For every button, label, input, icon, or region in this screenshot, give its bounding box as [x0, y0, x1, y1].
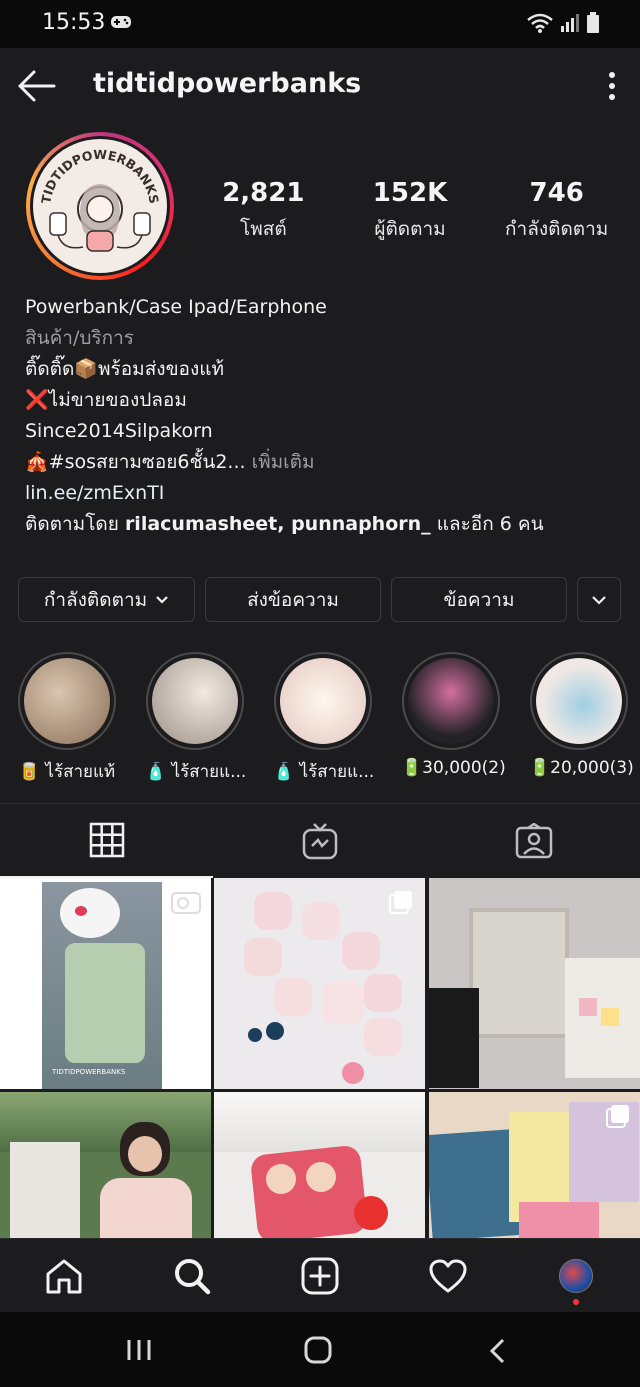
- battery-icon: [587, 12, 599, 33]
- back-button-icon[interactable]: [488, 1338, 506, 1364]
- profile-username: tidtidpowerbanks: [93, 68, 362, 99]
- profile-header: tidtidpowerbanks: [0, 48, 640, 128]
- nav-profile[interactable]: [512, 1239, 640, 1313]
- stat-following-value: 746: [529, 178, 584, 208]
- stat-posts-value: 2,821: [222, 178, 305, 208]
- post-watermark: TIDTIDPOWERBANKS: [52, 1068, 126, 1076]
- story-highlights: 🥫 ไร้สายแท้ 🧴 ไร้สายแ... 🧴 ไร้สายแ... 🔋3…: [0, 652, 640, 787]
- heart-icon: [429, 1259, 467, 1293]
- profile-bio: Powerbank/Case Ipad/Earphone สินค้า/บริก…: [25, 292, 625, 540]
- highlight-item[interactable]: 🧴 ไร้สายแ...: [273, 652, 375, 785]
- profile-tabs: [0, 803, 640, 878]
- grid-post[interactable]: [429, 878, 640, 1089]
- circus-emoji-icon: 🎪: [25, 451, 49, 473]
- signal-icon: [561, 14, 579, 32]
- carousel-icon: [606, 1105, 629, 1128]
- nav-search[interactable]: [128, 1239, 256, 1313]
- search-icon: [175, 1259, 211, 1295]
- grid-post[interactable]: TIDTIDPOWERBANKS: [0, 878, 211, 1089]
- suggested-accounts-button[interactable]: [577, 577, 621, 622]
- notification-dot: [573, 1299, 579, 1305]
- highlight-thumbnail: [24, 658, 110, 744]
- stat-followers[interactable]: 152K ผู้ติดตาม: [337, 178, 484, 244]
- back-arrow-icon[interactable]: [16, 68, 58, 104]
- cross-emoji-icon: ❌: [25, 389, 49, 411]
- more-options-icon[interactable]: [606, 70, 618, 102]
- highlight-label: 🧴 ไร้สายแ...: [273, 762, 375, 782]
- bio-name: Powerbank/Case Ipad/Earphone: [25, 296, 327, 318]
- message-button-label: ส่งข้อความ: [247, 588, 339, 611]
- home-icon: [46, 1259, 82, 1294]
- tab-posts-grid[interactable]: [0, 804, 213, 878]
- following-button[interactable]: กำลังติดตาม: [18, 577, 195, 622]
- highlight-item[interactable]: 🔋30,000(2): [401, 652, 506, 778]
- highlight-item[interactable]: 🥫 ไร้สายแท้: [17, 652, 117, 785]
- following-button-label: กำลังติดตาม: [43, 588, 148, 611]
- highlight-thumbnail: [408, 658, 494, 744]
- video-icon: [171, 892, 201, 914]
- wifi-icon: [527, 13, 553, 33]
- highlight-thumbnail: [152, 658, 238, 744]
- message-button[interactable]: ส่งข้อความ: [205, 577, 381, 622]
- nav-home[interactable]: [0, 1239, 128, 1313]
- bottom-navigation: [0, 1238, 640, 1312]
- stat-posts[interactable]: 2,821 โพสต์: [190, 178, 337, 244]
- highlight-label: 🔋20,000(3): [529, 758, 634, 778]
- tab-igtv[interactable]: [213, 804, 426, 878]
- grid-icon: [89, 822, 124, 858]
- highlight-label: 🔋30,000(2): [401, 758, 506, 778]
- highlight-label: 🧴 ไร้สายแ...: [145, 762, 247, 782]
- tagged-icon: [515, 823, 552, 859]
- profile-stats: 2,821 โพสต์ 152K ผู้ติดตาม 746 กำลังติดต…: [190, 178, 630, 244]
- status-time: 15:53: [42, 10, 106, 35]
- profile-actions: กำลังติดตาม ส่งข้อความ ข้อความ: [18, 577, 622, 622]
- grid-post[interactable]: [214, 878, 425, 1089]
- followed-by[interactable]: ติดตามโดย rilacumasheet, punnaphorn_ และ…: [25, 509, 625, 540]
- highlight-thumbnail: [280, 658, 366, 744]
- bio-line-1: ติ๊ดติ๊ด📦พร้อมส่งของแท้: [25, 358, 225, 380]
- highlight-label: 🥫 ไร้สายแท้: [18, 762, 116, 782]
- bio-line-4: 🎪#sosสยามซอย6ชั้น2... เพิ่มเติม: [25, 451, 315, 473]
- add-icon: [301, 1257, 339, 1295]
- nav-activity[interactable]: [384, 1239, 512, 1313]
- recent-apps-icon[interactable]: [126, 1338, 152, 1362]
- home-button-icon[interactable]: [304, 1336, 332, 1364]
- stat-followers-value: 152K: [372, 178, 448, 208]
- system-navigation: [0, 1312, 640, 1387]
- box-emoji-icon: 📦: [74, 358, 99, 380]
- profile-icon: [559, 1259, 593, 1293]
- profile-avatar[interactable]: TIDTIDPOWERBANKS: [26, 132, 174, 280]
- tab-tagged[interactable]: [427, 804, 640, 878]
- bio-category: สินค้า/บริการ: [25, 327, 135, 349]
- grid-post[interactable]: [214, 1092, 425, 1238]
- bio-line-3: Since2014Silpakorn: [25, 420, 213, 442]
- bio-more-link[interactable]: เพิ่มเติม: [246, 451, 315, 473]
- stat-following-label: กำลังติดตาม: [505, 218, 609, 240]
- igtv-icon: [302, 823, 337, 860]
- carousel-icon: [389, 891, 412, 914]
- highlight-item[interactable]: 🧴 ไร้สายแ...: [145, 652, 247, 785]
- stat-followers-label: ผู้ติดตาม: [374, 218, 446, 240]
- nav-add[interactable]: [256, 1239, 384, 1313]
- chevron-down-icon: [592, 595, 606, 605]
- bio-line-2: ❌ไม่ขายของปลอม: [25, 389, 187, 411]
- highlight-item[interactable]: 🔋20,000(3): [529, 652, 634, 778]
- avatar-logo: TIDTIDPOWERBANKS: [38, 147, 162, 252]
- grid-post[interactable]: [0, 1092, 211, 1238]
- highlight-thumbnail: [536, 658, 622, 744]
- status-bar: 15:53: [0, 0, 640, 48]
- bio-website-link[interactable]: lin.ee/zmExnTI: [25, 478, 625, 509]
- gamepad-icon: [111, 16, 131, 28]
- stat-following[interactable]: 746 กำลังติดตาม: [483, 178, 630, 244]
- chevron-down-icon: [156, 595, 168, 604]
- posts-grid: TIDTIDPOWERBANKS: [0, 878, 640, 1238]
- stat-posts-label: โพสต์: [240, 218, 287, 240]
- grid-post[interactable]: [429, 1092, 640, 1238]
- contact-button-label: ข้อความ: [443, 588, 515, 611]
- contact-button[interactable]: ข้อความ: [391, 577, 567, 622]
